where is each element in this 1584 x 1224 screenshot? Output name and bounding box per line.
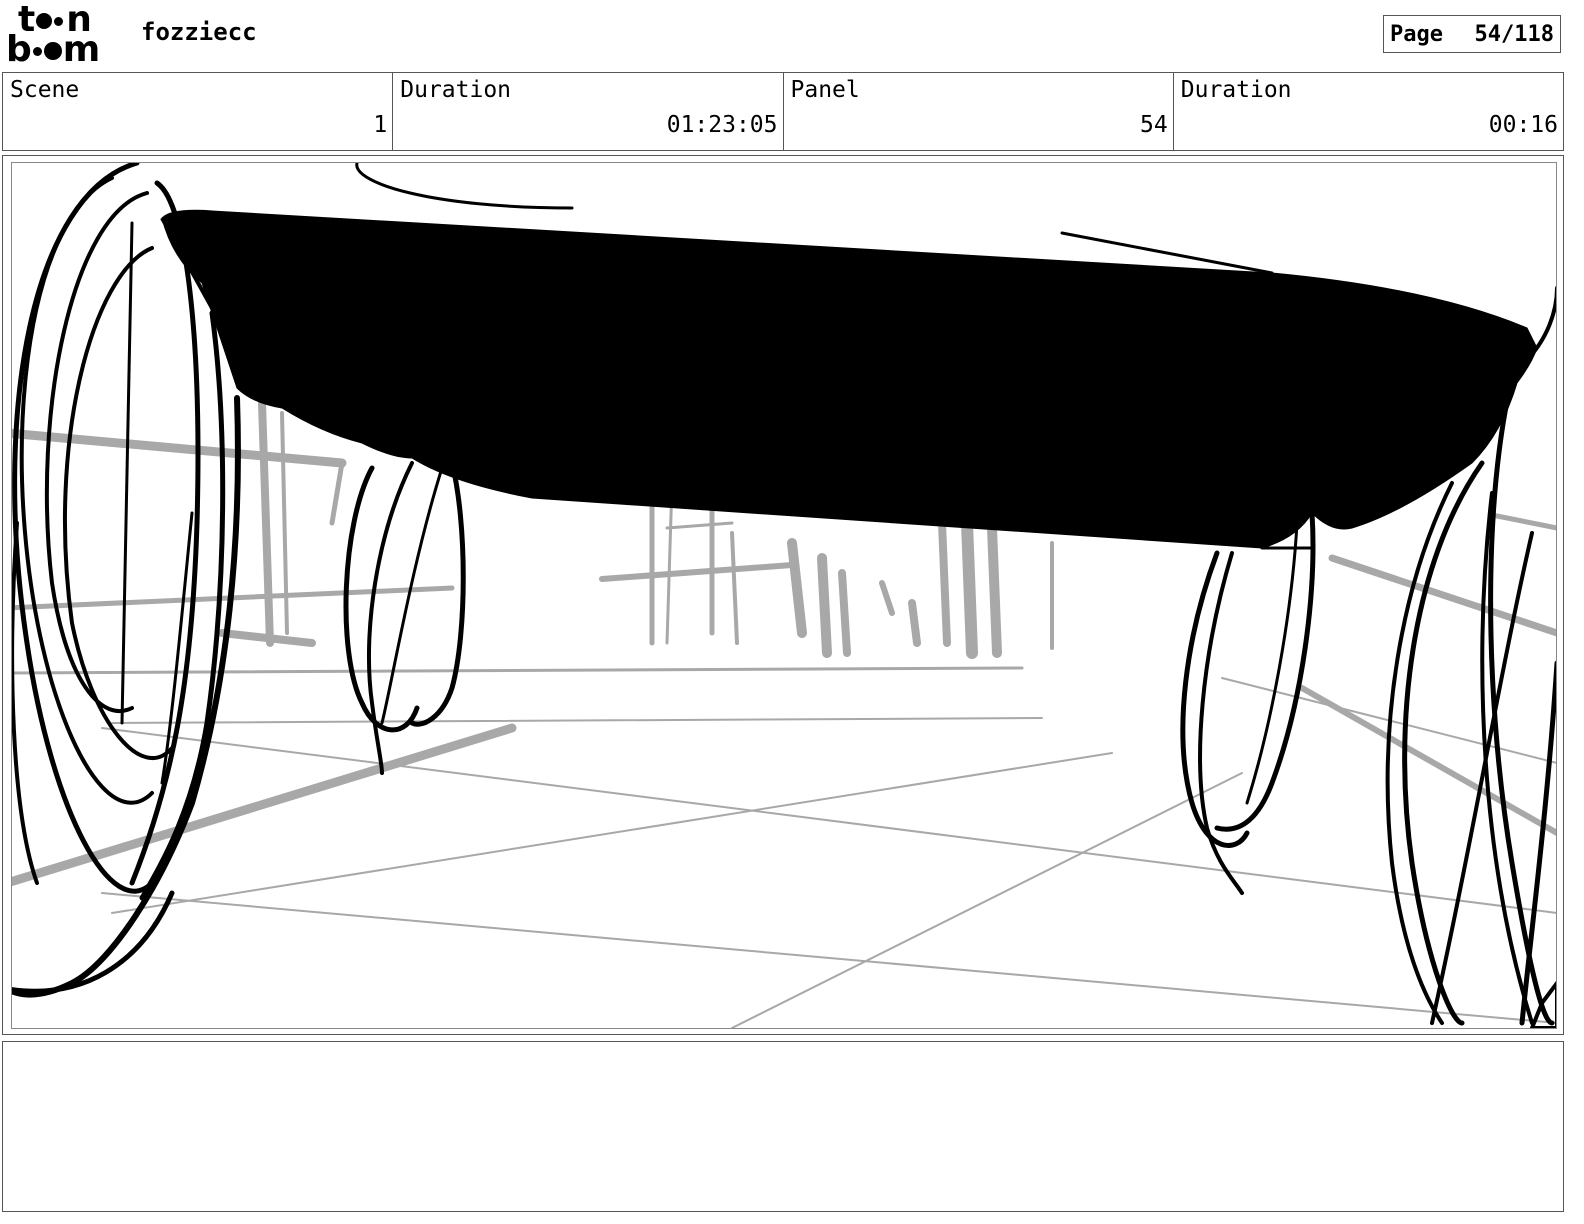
panel-cell: Panel 54 (784, 73, 1174, 150)
scene-duration-label: Duration (400, 77, 512, 103)
logo-small-dot-icon (54, 16, 64, 26)
scene-duration-value: 01:23:05 (666, 112, 778, 138)
panel-duration-label: Duration (1180, 77, 1292, 103)
scene-label: Scene (10, 77, 80, 103)
storyboard-drawing (11, 162, 1557, 1029)
logo-bottom-row: bm (6, 32, 100, 68)
scene-value: 1 (373, 112, 388, 138)
logo-letter-m: m (62, 29, 101, 70)
page-label: Page (1390, 21, 1443, 47)
sketch-canvas (12, 163, 1556, 1028)
logo-letter-b: b (6, 29, 32, 70)
logo-dot-icon (43, 42, 62, 60)
panel-duration-value: 00:16 (1488, 112, 1558, 138)
panel-duration-cell: Duration 00:16 (1174, 73, 1563, 150)
panel-label: Panel (790, 77, 860, 103)
project-name: fozziecc (141, 18, 257, 46)
panel-notes-area (2, 1041, 1564, 1212)
logo-small-dot-icon (32, 46, 42, 56)
panel-info-row: Scene 1 Duration 01:23:05 Panel 54 Durat… (2, 72, 1564, 151)
logo-dot-icon (36, 13, 53, 29)
page-number: 54/118 (1474, 21, 1554, 47)
page-indicator: Page 54/118 (1383, 15, 1561, 53)
panel-value: 54 (1140, 112, 1168, 138)
scene-cell: Scene 1 (3, 73, 394, 150)
toon-boom-logo: tn bm (6, 2, 118, 68)
scene-duration-cell: Duration 01:23:05 (393, 73, 784, 150)
table-silhouette (160, 209, 1538, 549)
